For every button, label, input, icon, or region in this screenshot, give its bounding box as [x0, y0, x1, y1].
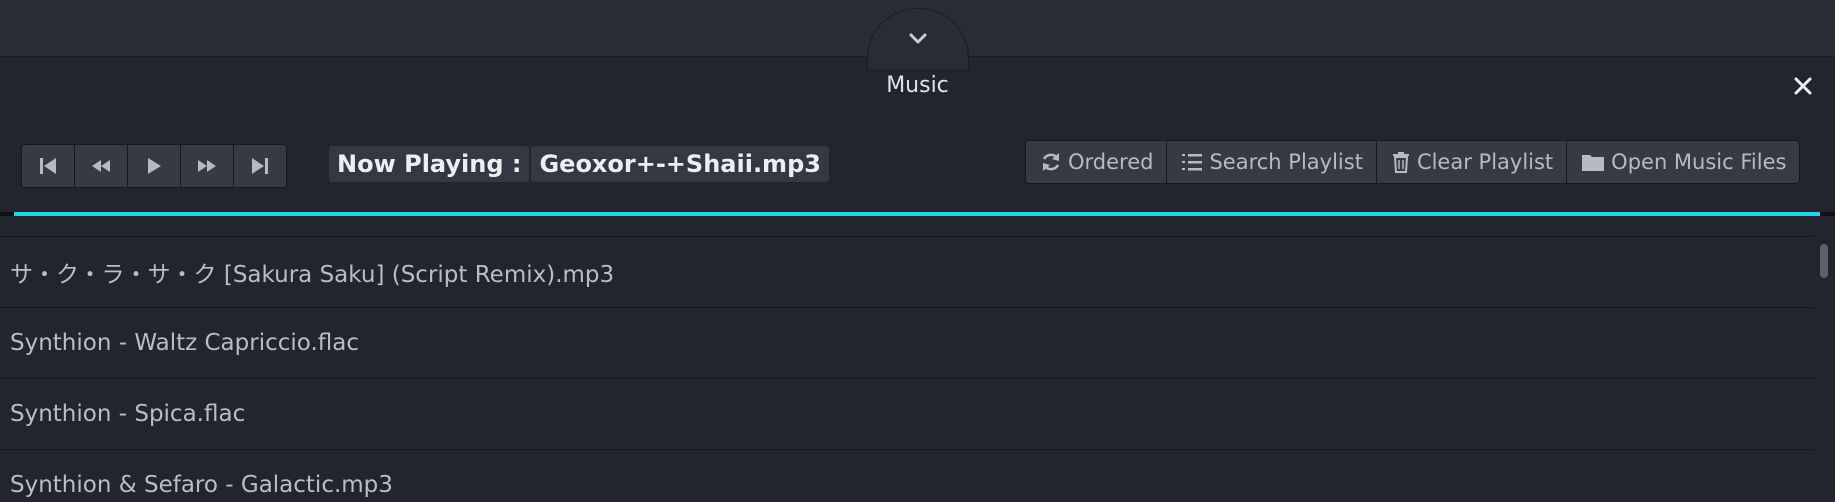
clear-playlist-label: Clear Playlist — [1416, 150, 1554, 174]
now-playing-label: Now Playing : — [329, 146, 530, 182]
playlist-item[interactable]: Synthion - Waltz Capriccio.flac — [0, 307, 1814, 378]
skip-to-start-button[interactable] — [22, 145, 75, 187]
scrollbar[interactable] — [1820, 244, 1828, 278]
search-playlist-button[interactable]: Search Playlist — [1167, 141, 1377, 183]
ordered-button[interactable]: Ordered — [1026, 141, 1168, 183]
now-playing: Now Playing : Geoxor+-+Shaii.mp3 — [329, 146, 829, 182]
refresh-icon — [1042, 153, 1060, 171]
transport-controls — [21, 144, 287, 188]
fast-forward-icon — [198, 160, 216, 172]
playlist-item[interactable]: サ・ク・ラ・サ・ク [Sakura Saku] (Script Remix).m… — [0, 236, 1814, 307]
progress-fill — [14, 212, 1820, 216]
progress-bar[interactable] — [0, 212, 1835, 216]
ordered-label: Ordered — [1068, 150, 1154, 174]
open-music-files-button[interactable]: Open Music Files — [1567, 141, 1800, 183]
skip-end-icon — [252, 158, 268, 174]
play-button[interactable] — [128, 145, 181, 187]
fast-forward-button[interactable] — [181, 145, 234, 187]
close-button[interactable] — [1791, 74, 1815, 98]
playlist: サ・ク・ラ・サ・ク [Sakura Saku] (Script Remix).m… — [0, 236, 1814, 502]
folder-icon — [1582, 155, 1605, 171]
list-ordered-icon — [1182, 154, 1203, 171]
panel-title: Music — [886, 73, 949, 98]
chevron-down-icon — [909, 33, 927, 44]
play-icon — [148, 158, 161, 174]
trash-icon — [1392, 152, 1409, 173]
skip-to-end-button[interactable] — [234, 145, 286, 187]
music-panel: Music Now Playing: Geoxor+-+Shaii.mp3 O… — [0, 57, 1835, 502]
close-icon — [1794, 77, 1812, 95]
open-music-files-label: Open Music Files — [1611, 150, 1787, 174]
playlist-actions: Ordered Search Playlist Clear Playlist O… — [1025, 140, 1801, 184]
rewind-button[interactable] — [75, 145, 128, 187]
clear-playlist-button[interactable]: Clear Playlist — [1376, 141, 1568, 183]
playlist-item[interactable]: Synthion - Spica.flac — [0, 378, 1814, 449]
rewind-icon — [92, 160, 110, 172]
skip-start-icon — [40, 158, 56, 174]
playlist-item[interactable]: Synthion & Sefaro - Galactic.mp3 — [0, 449, 1814, 502]
search-playlist-label: Search Playlist — [1209, 150, 1363, 174]
now-playing-track: Geoxor+-+Shaii.mp3 — [531, 146, 829, 182]
